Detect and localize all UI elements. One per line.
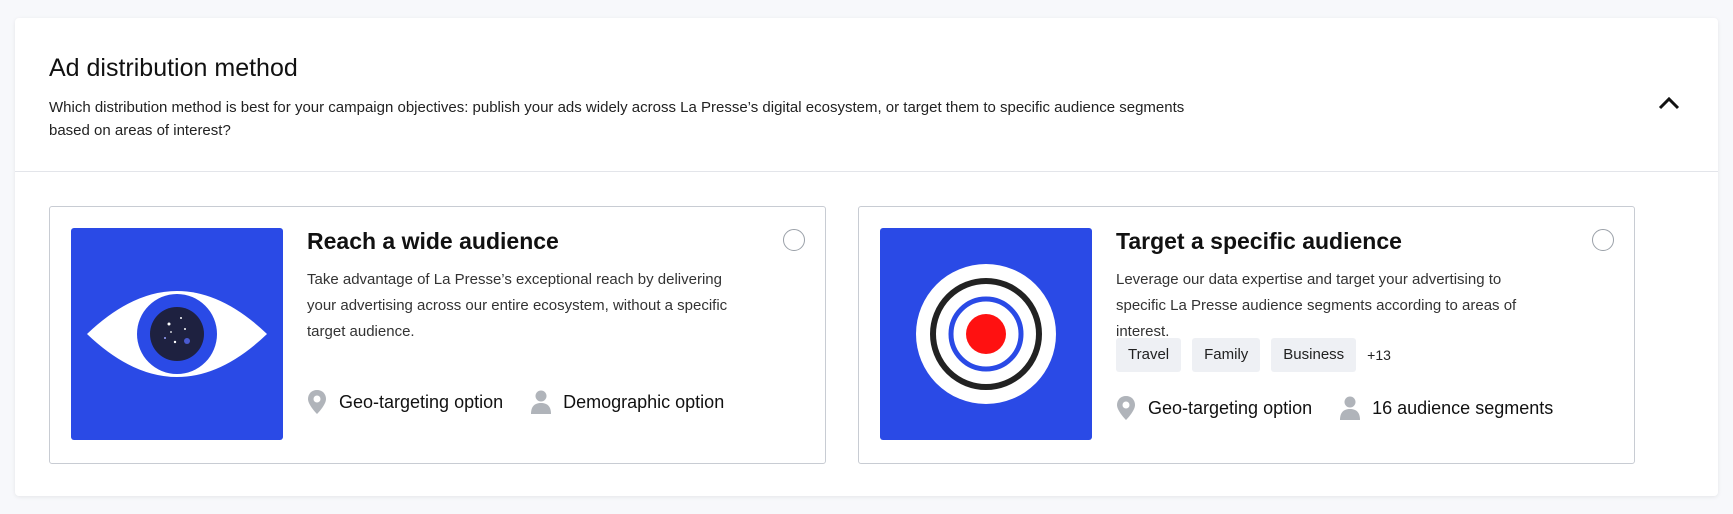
card-options: Geo-targeting option 16 audience segment… (1116, 395, 1581, 421)
tag-business: Business (1271, 338, 1357, 372)
location-pin-icon (308, 390, 326, 414)
card-title: Target a specific audience (1116, 228, 1402, 254)
tag-family: Family (1192, 338, 1261, 372)
specific-audience-radio[interactable] (1592, 229, 1614, 251)
option-label: Geo-targeting option (339, 391, 504, 412)
option-label: Demographic option (563, 391, 725, 412)
target-illustration (880, 228, 1092, 440)
specific-audience-card[interactable]: Target a specific audience Leverage our … (858, 206, 1635, 464)
card-description: Leverage our data expertise and target y… (1116, 271, 1517, 340)
segment-tags: Travel Family Business +13 (1116, 338, 1391, 372)
section-header[interactable]: Ad distribution method Which distributio… (15, 18, 1718, 172)
section-description: Which distribution method is best for yo… (49, 99, 1185, 139)
section-title: Ad distribution method (49, 54, 298, 82)
tag-travel: Travel (1116, 338, 1182, 372)
wide-audience-radio[interactable] (783, 229, 805, 251)
collapse-chevron-up-icon[interactable] (1654, 88, 1684, 118)
option-label: Geo-targeting option (1148, 397, 1313, 418)
more-tags-count[interactable]: +13 (1367, 347, 1391, 363)
wide-audience-card[interactable]: Reach a wide audience Take advantage of … (49, 206, 826, 464)
location-pin-icon (1117, 396, 1135, 420)
option-item: Demographic option (531, 390, 724, 414)
option-label: 16 audience segments (1372, 397, 1554, 418)
card-options: Geo-targeting option Demographic option (307, 389, 752, 415)
eye-illustration (71, 228, 283, 440)
card-description: Take advantage of La Presse’s exceptiona… (307, 271, 728, 340)
option-item: Geo-targeting option (307, 389, 503, 415)
option-item: 16 audience segments (1340, 396, 1553, 420)
person-icon (1340, 396, 1361, 420)
card-title: Reach a wide audience (307, 228, 559, 254)
distribution-method-panel: Ad distribution method Which distributio… (15, 18, 1718, 496)
option-item: Geo-targeting option (1116, 395, 1312, 421)
person-icon (531, 390, 552, 414)
